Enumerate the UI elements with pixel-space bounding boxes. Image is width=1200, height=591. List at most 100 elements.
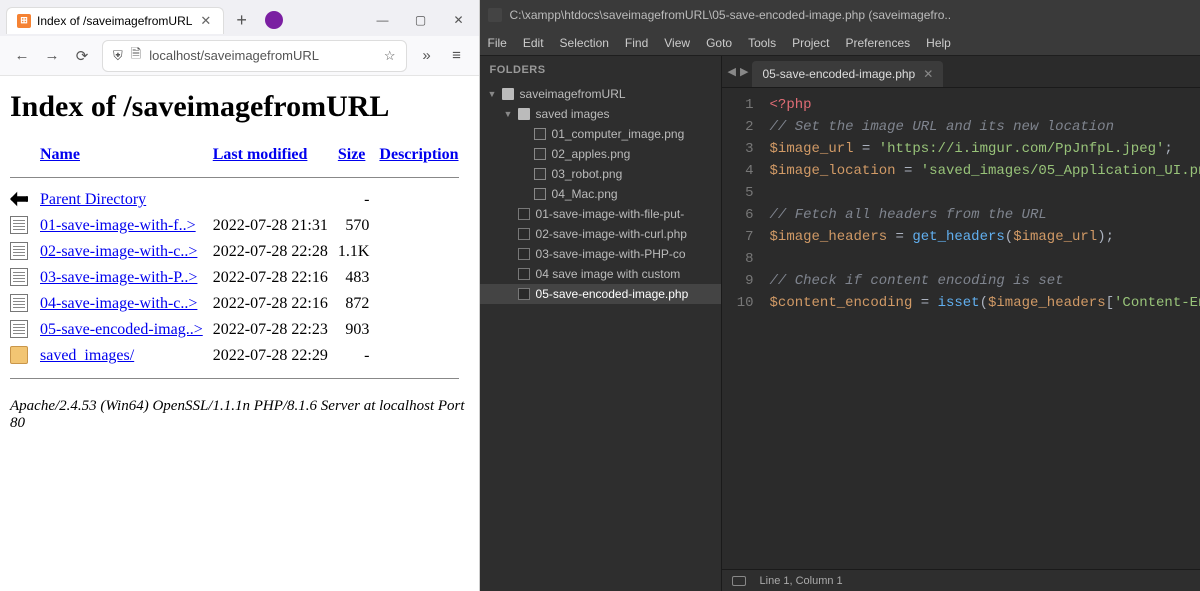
nav-fwd-icon[interactable]: ▶ xyxy=(740,65,748,78)
parent-row: Parent Directory - xyxy=(10,187,469,213)
back-icon xyxy=(10,190,28,208)
panel-icon[interactable] xyxy=(732,576,746,586)
tab-filename: 05-save-encoded-image.php xyxy=(762,67,915,81)
maximize-button[interactable]: ▢ xyxy=(407,13,435,27)
close-tab-icon[interactable]: ✕ xyxy=(923,67,933,81)
menu-icon[interactable]: ≡ xyxy=(447,47,467,64)
menu-find[interactable]: Find xyxy=(625,36,648,50)
tree-file[interactable]: 05-save-encoded-image.php xyxy=(480,284,721,304)
tree-file[interactable]: 03_robot.png xyxy=(480,164,721,184)
file-size: 903 xyxy=(338,317,380,343)
tree-label: saveimagefromURL xyxy=(520,87,626,101)
menu-selection[interactable]: Selection xyxy=(560,36,609,50)
editor-titlebar: C:\xampp\htdocs\saveimagefromURL\05-save… xyxy=(480,0,1200,30)
page-icon: 🗎 xyxy=(131,45,141,67)
col-size[interactable]: Size xyxy=(338,146,366,163)
file-date: 2022-07-28 21:31 xyxy=(213,213,338,239)
col-modified[interactable]: Last modified xyxy=(213,146,308,163)
server-signature: Apache/2.4.53 (Win64) OpenSSL/1.1.1n PHP… xyxy=(10,398,469,432)
editor-statusbar: Line 1, Column 1 Tab Size: 4 PHP xyxy=(722,569,1200,591)
menu-view[interactable]: View xyxy=(664,36,690,50)
file-size: 1.1K xyxy=(338,239,380,265)
file-icon xyxy=(10,294,28,312)
back-button[interactable]: ← xyxy=(12,47,32,64)
col-desc[interactable]: Description xyxy=(379,146,458,163)
menu-edit[interactable]: Edit xyxy=(523,36,544,50)
shield-icon: ⛨ xyxy=(113,48,123,64)
tree-label: 03_robot.png xyxy=(552,167,623,181)
browser-tabbar: ⊞ Index of /saveimagefromURL ✕ + — ▢ ✕ xyxy=(0,0,479,36)
overflow-icon[interactable]: » xyxy=(417,47,437,64)
tree-file[interactable]: 01-save-image-with-file-put- xyxy=(480,204,721,224)
file-size: 483 xyxy=(338,265,380,291)
file-icon xyxy=(10,320,28,338)
file-link[interactable]: 01-save-image-with-f..> xyxy=(40,217,196,234)
file-link[interactable]: 03-save-image-with-P..> xyxy=(40,269,197,286)
address-bar[interactable]: ⛨ 🗎 localhost/saveimagefromURL ☆ xyxy=(102,40,407,72)
tree-file[interactable]: 04 save image with custom xyxy=(480,264,721,284)
menu-help[interactable]: Help xyxy=(926,36,951,50)
code-area[interactable]: 12345678910 <?php// Set the image URL an… xyxy=(722,88,1200,569)
php-icon xyxy=(518,288,530,300)
nav-back-icon[interactable]: ◀ xyxy=(728,65,736,78)
col-name[interactable]: Name xyxy=(40,146,80,163)
menu-tools[interactable]: Tools xyxy=(748,36,776,50)
folder-icon xyxy=(518,108,530,120)
menu-preferences[interactable]: Preferences xyxy=(845,36,910,50)
tree-label: saved images xyxy=(536,107,610,121)
tree-file[interactable]: 02-save-image-with-curl.php xyxy=(480,224,721,244)
close-tab-icon[interactable]: ✕ xyxy=(198,13,213,29)
editor-tab-active[interactable]: 05-save-encoded-image.php ✕ xyxy=(752,61,943,87)
sublime-window: C:\xampp\htdocs\saveimagefromURL\05-save… xyxy=(480,0,1200,591)
tree-label: 01_computer_image.png xyxy=(552,127,685,141)
tree-folder[interactable]: ▼ saved images xyxy=(480,104,721,124)
file-link[interactable]: 02-save-image-with-c..> xyxy=(40,243,197,260)
reload-button[interactable]: ⟳ xyxy=(72,47,92,65)
file-date: 2022-07-28 22:16 xyxy=(213,265,338,291)
tree-file[interactable]: 01_computer_image.png xyxy=(480,124,721,144)
extension-icon[interactable] xyxy=(265,11,283,29)
new-tab-button[interactable]: + xyxy=(230,8,253,33)
directory-listing: Name Last modified Size Description Pare… xyxy=(10,142,469,388)
file-date: 2022-07-28 22:29 xyxy=(213,343,338,369)
browser-tab-active[interactable]: ⊞ Index of /saveimagefromURL ✕ xyxy=(6,7,224,34)
menu-file[interactable]: File xyxy=(488,36,507,50)
tree-file[interactable]: 02_apples.png xyxy=(480,144,721,164)
editor-tabbar: ◀ ▶ 05-save-encoded-image.php ✕ ▾ xyxy=(722,56,1200,88)
minimize-button[interactable]: — xyxy=(369,13,397,27)
disclosure-icon: ▼ xyxy=(504,109,512,119)
bookmark-icon[interactable]: ☆ xyxy=(384,48,396,64)
close-button[interactable]: ✕ xyxy=(445,13,473,27)
file-tree: ▼ saveimagefromURL ▼ saved images 01_compute… xyxy=(480,84,721,304)
file-date: 2022-07-28 22:16 xyxy=(213,291,338,317)
disclosure-icon: ▼ xyxy=(488,89,496,99)
file-date: 2022-07-28 22:28 xyxy=(213,239,338,265)
tree-folder[interactable]: ▼ saveimagefromURL xyxy=(480,84,721,104)
image-icon xyxy=(534,168,546,180)
sidebar-header: FOLDERS xyxy=(480,56,721,84)
folder-icon xyxy=(502,88,514,100)
editor-sidebar: FOLDERS ▼ saveimagefromURL ▼ saved images 01… xyxy=(480,56,722,591)
file-link[interactable]: 05-save-encoded-imag..> xyxy=(40,321,203,338)
cursor-position: Line 1, Column 1 xyxy=(760,575,843,587)
menu-project[interactable]: Project xyxy=(792,36,829,50)
browser-page: Index of /saveimagefromURL Name Last mod… xyxy=(0,76,479,591)
table-row: 01-save-image-with-f..>2022-07-28 21:315… xyxy=(10,213,469,239)
tree-label: 04 save image with custom xyxy=(536,267,681,281)
table-row: 04-save-image-with-c..> 2022-07-28 22:168… xyxy=(10,291,469,317)
image-icon xyxy=(534,188,546,200)
forward-button[interactable]: → xyxy=(42,47,62,64)
tree-file[interactable]: 03-save-image-with-PHP-co xyxy=(480,244,721,264)
parent-link[interactable]: Parent Directory xyxy=(40,191,146,208)
file-size: 872 xyxy=(338,291,380,317)
tree-file[interactable]: 04_Mac.png xyxy=(480,184,721,204)
browser-window-controls: — ▢ ✕ xyxy=(369,13,473,27)
gutter: 12345678910 xyxy=(722,88,762,569)
xampp-icon: ⊞ xyxy=(17,14,31,28)
source[interactable]: <?php// Set the image URL and its new lo… xyxy=(762,88,1200,569)
tree-label: 02-save-image-with-curl.php xyxy=(536,227,687,241)
file-link[interactable]: 04-save-image-with-c..> xyxy=(40,295,197,312)
table-row: 05-save-encoded-imag..>2022-07-28 22:239… xyxy=(10,317,469,343)
menu-goto[interactable]: Goto xyxy=(706,36,732,50)
file-link[interactable]: saved_images/ xyxy=(40,347,134,364)
